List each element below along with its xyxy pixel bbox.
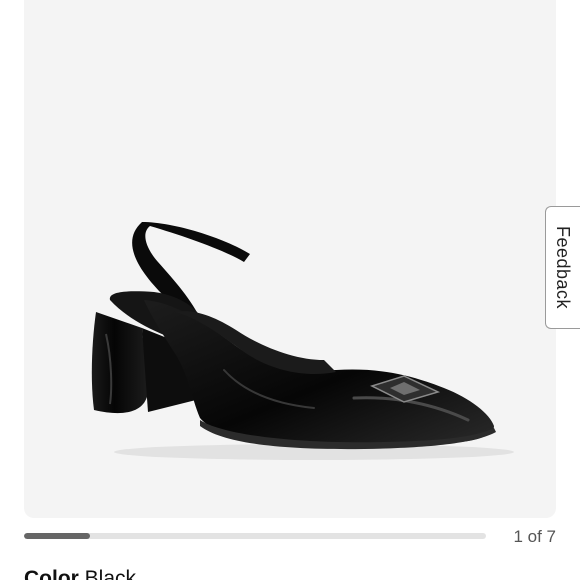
color-label: Color xyxy=(24,567,85,580)
gallery-progress-bar xyxy=(24,533,486,539)
gallery-counter: 1 of 7 xyxy=(513,527,556,546)
color-selection: Color Black xyxy=(24,566,136,580)
color-value: Black xyxy=(84,567,137,580)
feedback-label: Feedback xyxy=(553,225,574,310)
feedback-button[interactable]: Feedback xyxy=(545,206,580,329)
gallery-progress-fill xyxy=(24,533,91,539)
product-image[interactable] xyxy=(24,0,556,518)
product-page: 1 of 7 Color Black Feedback xyxy=(0,0,580,580)
shoe-illustration xyxy=(91,222,514,460)
